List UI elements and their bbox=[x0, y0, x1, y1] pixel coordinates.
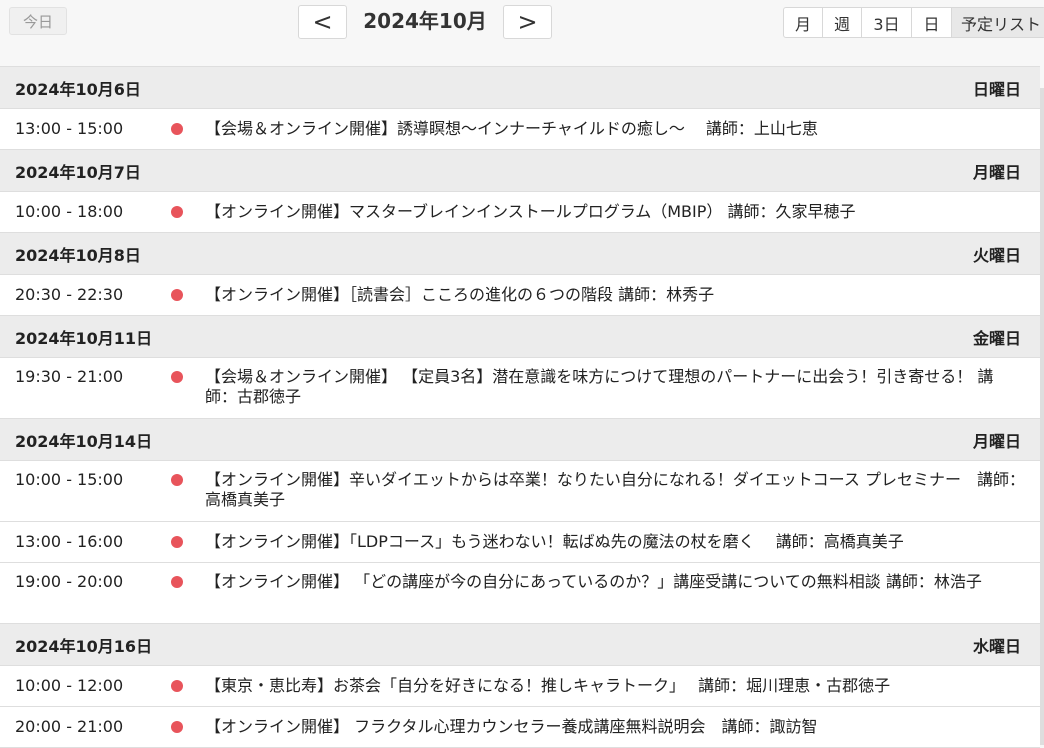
event-row[interactable]: 20:30 - 22:30 【オンライン開催】［読書会］こころの進化の６つの階段 … bbox=[0, 275, 1040, 316]
event-dot-icon bbox=[171, 289, 183, 301]
day-date: 2024年10月11日 bbox=[15, 328, 153, 348]
day-date: 2024年10月8日 bbox=[15, 245, 141, 265]
event-row[interactable]: 19:30 - 21:00 【会場＆オンライン開催】 【定員3名】潜在意識を味方に… bbox=[0, 358, 1040, 419]
view-day-button[interactable]: 日 bbox=[911, 8, 951, 37]
day-weekday: 火曜日 bbox=[972, 245, 1021, 265]
day-date: 2024年10月6日 bbox=[15, 79, 141, 99]
view-month-button[interactable]: 月 bbox=[784, 8, 822, 37]
calendar-toolbar: 今日 < 2024年10月 > 月 週 3日 日 予定リスト bbox=[0, 0, 1044, 44]
day-header: 2024年10月11日 金曜日 bbox=[0, 316, 1040, 358]
event-dot-icon bbox=[171, 206, 183, 218]
event-row[interactable]: 19:00 - 20:00 【オンライン開催】 「どの講座が今の自分にあっているの… bbox=[0, 563, 1040, 624]
event-time: 10:00 - 12:00 bbox=[15, 676, 124, 695]
event-row[interactable]: 13:00 - 16:00 【オンライン開催】「LDPコース」もう迷わない！転ばぬ… bbox=[0, 522, 1040, 563]
view-list-button[interactable]: 予定リスト bbox=[951, 8, 1044, 37]
event-row[interactable]: 10:00 - 12:00 【東京・恵比寿】お茶会「自分を好きになる！推しキャラト… bbox=[0, 666, 1040, 707]
day-date: 2024年10月7日 bbox=[15, 162, 141, 182]
event-title-link[interactable]: 【オンライン開催】 「どの講座が今の自分にあっているのか？」講座受講についての無… bbox=[205, 572, 1025, 592]
day-weekday: 日曜日 bbox=[972, 79, 1021, 99]
event-dot-icon bbox=[171, 536, 183, 548]
event-row[interactable]: 13:00 - 15:00 【会場＆オンライン開催】誘導瞑想～インナーチャイルドの… bbox=[0, 109, 1040, 150]
event-row[interactable]: 10:00 - 15:00 【オンライン開催】辛いダイエットからは卒業！なりたい自… bbox=[0, 461, 1040, 522]
view-3day-button[interactable]: 3日 bbox=[861, 8, 911, 37]
event-dot-icon bbox=[171, 123, 183, 135]
day-weekday: 水曜日 bbox=[972, 636, 1021, 656]
event-row[interactable]: 10:00 - 18:00 【オンライン開催】マスターブレインインストールプログラ… bbox=[0, 192, 1040, 233]
event-title-link[interactable]: 【会場＆オンライン開催】 【定員3名】潜在意識を味方につけて理想のパートナーに出… bbox=[205, 367, 1025, 407]
day-weekday: 月曜日 bbox=[972, 431, 1021, 451]
view-week-button[interactable]: 週 bbox=[822, 8, 861, 37]
calendar-title: 2024年10月 bbox=[363, 9, 487, 33]
event-title-link[interactable]: 【オンライン開催】「LDPコース」もう迷わない！転ばぬ先の魔法の杖を磨く 講師：… bbox=[205, 532, 1025, 552]
next-month-button[interactable]: > bbox=[503, 5, 552, 39]
scrollbar[interactable] bbox=[1040, 88, 1044, 745]
event-dot-icon bbox=[171, 680, 183, 692]
day-weekday: 月曜日 bbox=[972, 162, 1021, 182]
event-time: 20:30 - 22:30 bbox=[15, 285, 124, 304]
event-dot-icon bbox=[171, 576, 183, 588]
event-time: 20:00 - 21:00 bbox=[15, 717, 124, 736]
event-time: 10:00 - 15:00 bbox=[15, 470, 124, 489]
event-title-link[interactable]: 【オンライン開催】 フラクタル心理カウンセラー養成講座無料説明会 講師：諏訪智 bbox=[205, 717, 1025, 737]
event-title-link[interactable]: 【オンライン開催】マスターブレインインストールプログラム（MBIP） 講師：久家… bbox=[205, 202, 1025, 222]
prev-month-button[interactable]: < bbox=[298, 5, 347, 39]
event-dot-icon bbox=[171, 721, 183, 733]
event-title-link[interactable]: 【東京・恵比寿】お茶会「自分を好きになる！推しキャラトーク」 講師：堀川理恵・古… bbox=[205, 676, 1025, 696]
day-header: 2024年10月8日 火曜日 bbox=[0, 233, 1040, 275]
event-title-link[interactable]: 【オンライン開催】［読書会］こころの進化の６つの階段 講師：林秀子 bbox=[205, 285, 1025, 305]
day-header: 2024年10月7日 月曜日 bbox=[0, 150, 1040, 192]
event-dot-icon bbox=[171, 371, 183, 383]
day-header: 2024年10月6日 日曜日 bbox=[0, 67, 1040, 109]
event-title-link[interactable]: 【オンライン開催】辛いダイエットからは卒業！なりたい自分になれる！ダイエットコー… bbox=[205, 470, 1025, 510]
event-dot-icon bbox=[171, 474, 183, 486]
view-switcher: 月 週 3日 日 予定リスト bbox=[783, 7, 1044, 38]
event-row[interactable]: 20:00 - 21:00 【オンライン開催】 フラクタル心理カウンセラー養成講座… bbox=[0, 707, 1040, 748]
event-time: 13:00 - 16:00 bbox=[15, 532, 124, 551]
event-time: 19:00 - 20:00 bbox=[15, 572, 124, 591]
day-weekday: 金曜日 bbox=[972, 328, 1021, 348]
event-time: 19:30 - 21:00 bbox=[15, 367, 124, 386]
day-header: 2024年10月16日 水曜日 bbox=[0, 624, 1040, 666]
event-time: 13:00 - 15:00 bbox=[15, 119, 124, 138]
day-date: 2024年10月16日 bbox=[15, 636, 153, 656]
today-button[interactable]: 今日 bbox=[9, 7, 67, 35]
day-date: 2024年10月14日 bbox=[15, 431, 153, 451]
event-time: 10:00 - 18:00 bbox=[15, 202, 124, 221]
day-header: 2024年10月14日 月曜日 bbox=[0, 419, 1040, 461]
event-title-link[interactable]: 【会場＆オンライン開催】誘導瞑想～インナーチャイルドの癒し～ 講師：上山七恵 bbox=[205, 119, 1025, 139]
event-list: 2024年10月6日 日曜日 13:00 - 15:00 【会場＆オンライン開催】誘導… bbox=[0, 66, 1040, 748]
